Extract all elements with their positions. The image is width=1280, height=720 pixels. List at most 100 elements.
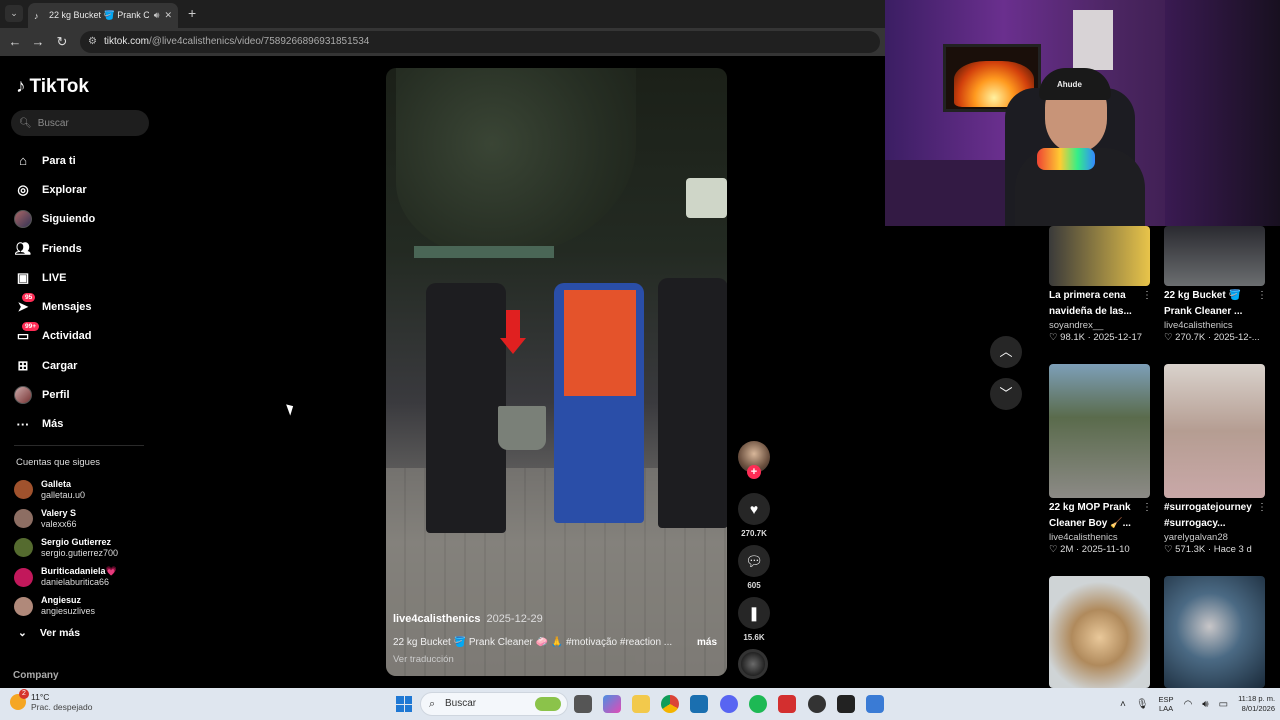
windows-taskbar: 2 11°C Prac. despejado ⌕ Buscar ˄ 🎙︎ ESP… (0, 688, 1280, 720)
recommended-card[interactable] (1049, 576, 1150, 688)
language-indicator[interactable]: ESP LAA (1159, 695, 1174, 713)
store-icon[interactable] (690, 695, 708, 713)
sidebar-item-para-ti[interactable]: ⌂ Para ti (14, 146, 154, 175)
video-kiosk (686, 178, 727, 218)
lang-region: LAA (1158, 704, 1174, 713)
sidebar-item-siguiendo[interactable]: Siguiendo (14, 205, 154, 234)
battery-icon[interactable]: ▭ (1219, 699, 1228, 710)
recommended-card[interactable]: ⋮ 22 kg MOP Prank Cleaner Boy 🧹... live4… (1049, 364, 1152, 555)
speaker-icon[interactable]: 🔊︎ (154, 10, 160, 21)
video-thumbnail (1164, 226, 1265, 286)
wifi-icon[interactable]: ◠ (1184, 699, 1193, 710)
forward-arrow-icon[interactable]: → (30, 34, 46, 49)
account-handle: sergio.gutierrez700 (41, 547, 119, 558)
following-account[interactable]: Galleta galletau.u0 (14, 475, 154, 504)
sidebar-item-live[interactable]: ▣ LIVE (14, 263, 154, 292)
file-explorer-icon[interactable] (632, 695, 650, 713)
follow-plus-icon[interactable]: + (747, 465, 761, 479)
taskbar-search[interactable]: ⌕ Buscar (420, 692, 568, 716)
account-handle: valexx66 (41, 518, 77, 529)
address-bar[interactable]: ⚙ tiktok.com/@live4calisthenics/video/75… (80, 31, 880, 53)
previous-video-chevron-up-icon[interactable]: ︿ (990, 336, 1022, 368)
copilot-icon[interactable] (603, 695, 621, 713)
microphone-icon[interactable]: 🎙︎ (1136, 699, 1149, 710)
bookmark-icon[interactable]: ❚ (738, 597, 770, 629)
saves-count: 15.6K (743, 633, 765, 642)
recommended-card[interactable] (1164, 576, 1265, 688)
more-options-icon[interactable]: ⋮ (1142, 502, 1152, 513)
video-bucket (498, 406, 546, 450)
site-info-icon[interactable]: ⚙ (88, 31, 97, 53)
sidebar-item-actividad[interactable]: ▭ 99+ Actividad (14, 322, 154, 351)
next-video-chevron-down-icon[interactable]: ﹀ (990, 378, 1022, 410)
more-options-icon[interactable]: ⋮ (1257, 502, 1267, 513)
sidebar-divider (14, 445, 144, 446)
search-input[interactable] (37, 117, 138, 129)
recommended-card[interactable]: ⋮ 22 kg Bucket 🪣 Prank Cleaner ... live4… (1164, 226, 1267, 343)
sidebar-item-mas[interactable]: ··· Más (14, 410, 154, 439)
following-accounts-list: Galleta galletau.u0 Valery Svalexx66 Serg… (14, 475, 154, 621)
volume-icon[interactable]: 🔊︎ (1202, 699, 1208, 710)
reload-icon[interactable]: ↻ (54, 34, 70, 50)
more-options-icon[interactable]: ⋮ (1257, 290, 1267, 301)
home-icon: ⌂ (19, 153, 27, 169)
windows-start-icon[interactable] (396, 696, 412, 712)
sidebar-item-explorar[interactable]: ◎ Explorar (14, 175, 154, 204)
back-arrow-icon[interactable]: ← (7, 34, 23, 49)
task-view-icon[interactable] (574, 695, 592, 713)
obs-icon[interactable] (808, 695, 826, 713)
mouse-cursor-icon (286, 402, 296, 416)
weather-widget[interactable]: 2 11°C Prac. despejado (10, 689, 92, 712)
tab-close-icon[interactable]: ✕ (164, 10, 172, 21)
video-person-left (426, 283, 506, 533)
discord-icon[interactable] (720, 695, 738, 713)
close-app-icon[interactable] (778, 695, 796, 713)
weather-badge: 2 (19, 689, 29, 699)
caption-more-button[interactable]: más (697, 637, 717, 648)
tiktok-favicon-icon: ♪ (34, 10, 39, 21)
company-link[interactable]: Company (13, 670, 59, 681)
see-more-button[interactable]: ⌄ Ver más (18, 627, 80, 639)
tab-search-button[interactable]: ⌄ (5, 5, 23, 22)
sidebar-item-perfil[interactable]: Perfil (14, 380, 154, 409)
sidebar-item-cargar[interactable]: ⊞ Cargar (14, 351, 154, 380)
following-account[interactable]: Valery Svalexx66 (14, 504, 154, 533)
clock-time: 11:18 p. m. (1238, 694, 1276, 703)
comments-count: 605 (747, 581, 761, 590)
recommended-card[interactable]: ⋮ #surrogatejourney #surrogacy... yarely… (1164, 364, 1267, 555)
sidebar-item-mensajes[interactable]: ➤ 95 Mensajes (14, 292, 154, 321)
following-accounts-title: Cuentas que sigues (16, 457, 100, 468)
like-heart-icon[interactable]: ♥ (738, 493, 770, 525)
search-highlight-icon (535, 697, 561, 711)
following-account[interactable]: Buriticadaniela💗 danielaburitica66 (14, 563, 154, 592)
video-tree-shape (396, 68, 636, 258)
recommended-card[interactable]: ⋮ La primera cena navideña de las... soy… (1049, 226, 1152, 343)
spotify-icon[interactable] (749, 695, 767, 713)
more-options-icon[interactable]: ⋮ (1142, 290, 1152, 301)
sidebar-item-friends[interactable]: 👥︎ Friends (14, 234, 154, 263)
following-account[interactable]: Sergio Gutierrez sergio.gutierrez700 (14, 533, 154, 562)
see-translation-link[interactable]: Ver traducción (393, 654, 454, 665)
browser-tab-active[interactable]: ♪ 22 kg Bucket 🪣 Prank Cle 🔊︎ ✕ (28, 3, 178, 28)
video-player[interactable]: live4calisthenics 2025-12-29 22 kg Bucket… (386, 68, 727, 676)
app-icon[interactable] (866, 695, 884, 713)
see-more-label: Ver más (39, 627, 81, 639)
tiktok-logo[interactable]: ♪ TikTok (16, 76, 89, 98)
new-tab-button[interactable]: + (188, 5, 196, 21)
comment-icon[interactable]: 💬︎ (738, 545, 770, 577)
video-author[interactable]: live4calisthenics 2025-12-29 (393, 613, 543, 625)
taskbar-clock[interactable]: 11:18 p. m. 8/01/2026 (1238, 694, 1275, 714)
tiktok-app-icon[interactable] (837, 695, 855, 713)
card-meta: ♡ 2M · 2025-11-10 (1049, 544, 1130, 555)
sidebar-search[interactable]: 🔍︎ (11, 110, 149, 136)
tray-chevron-up-icon[interactable]: ˄ (1120, 699, 1126, 710)
following-account[interactable]: Angiesuz angiesuzlives (14, 592, 154, 621)
sidebar-item-label: Cargar (42, 359, 78, 372)
search-icon: 🔍︎ (19, 117, 32, 129)
card-meta: ♡ 270.7K · 2025-12-... (1164, 332, 1260, 343)
chrome-icon[interactable] (661, 695, 679, 713)
taskbar-search-label: Buscar (445, 698, 477, 709)
video-caption: 22 kg Bucket 🪣 Prank Cleaner 🧼 🙏 #motiva… (393, 637, 673, 648)
webcam-door (1165, 0, 1280, 226)
music-disc-icon[interactable] (738, 649, 768, 679)
